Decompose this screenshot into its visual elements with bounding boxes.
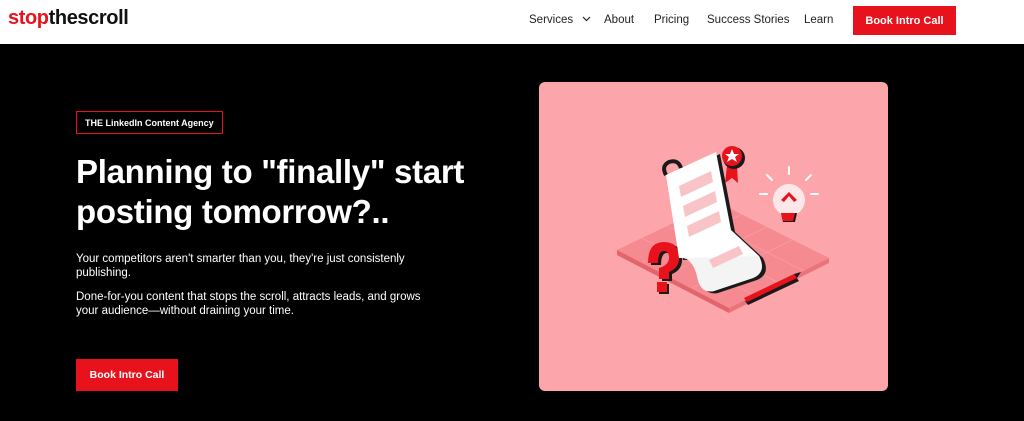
nav-item-services-label: Services xyxy=(529,14,574,26)
chevron-down-icon xyxy=(582,16,591,22)
logo-part-stop: stop xyxy=(8,7,49,29)
hero-paragraph-2: Done-for-you content that stops the scro… xyxy=(76,291,421,317)
agency-tag-badge: THE LinkedIn Content Agency xyxy=(76,111,223,134)
nav-item-services[interactable]: Services xyxy=(529,13,591,27)
hero-illustration xyxy=(539,82,888,391)
lightbulb-icon xyxy=(759,166,819,222)
hero-heading-line2: posting tomorrow?.. xyxy=(76,193,390,230)
nav-item-success-stories[interactable]: Success Stories xyxy=(707,13,789,27)
hero-book-intro-call-button[interactable]: Book Intro Call xyxy=(76,359,178,391)
nav-item-about[interactable]: About xyxy=(604,13,634,27)
hero-heading-line1: Planning to "finally" start xyxy=(76,153,465,190)
nav-item-learn[interactable]: Learn xyxy=(804,13,833,27)
illustration-svg xyxy=(617,146,829,313)
nav-item-pricing[interactable]: Pricing xyxy=(654,13,689,27)
header-book-intro-call-button[interactable]: Book Intro Call xyxy=(853,6,956,35)
award-badge-icon xyxy=(722,146,745,183)
brand-logo[interactable]: stopthescroll xyxy=(8,6,129,30)
hero-paragraph-1: Your competitors aren't smarter than you… xyxy=(76,253,405,279)
top-navigation-bar: stopthescroll Services About Pricing Suc… xyxy=(0,0,1024,44)
logo-part-thescroll: thescroll xyxy=(48,7,129,29)
hero-heading: Planning to "finally" start posting tomo… xyxy=(76,152,516,232)
